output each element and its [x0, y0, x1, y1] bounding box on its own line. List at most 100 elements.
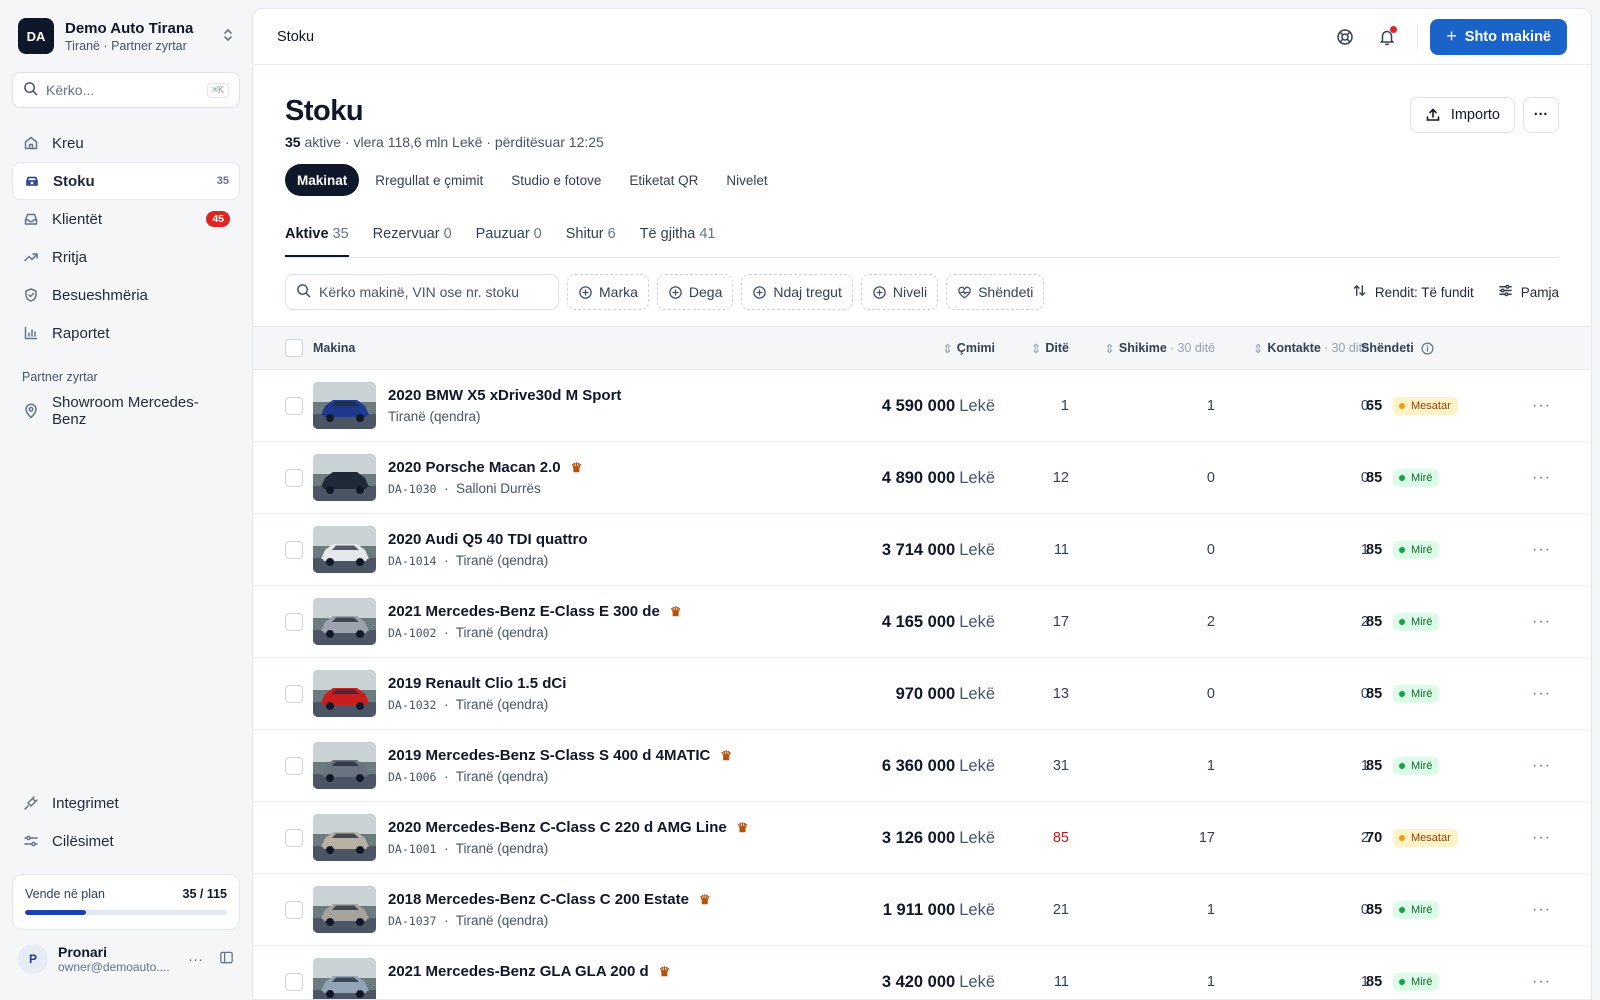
table-row[interactable]: 2020 Audi Q5 40 TDI quattro DA-1014 · Ti…	[253, 514, 1591, 586]
car-thumbnail[interactable]	[313, 670, 376, 717]
filter-chip-label: Shëndeti	[978, 284, 1034, 300]
pill-3[interactable]: Etiketat QR	[617, 164, 710, 196]
car-thumbnail[interactable]	[313, 526, 376, 573]
more-horizontal-icon[interactable]: ···	[188, 951, 203, 968]
filter-chip-0[interactable]: Marka	[567, 274, 649, 310]
pill-2[interactable]: Studio e fotove	[499, 164, 613, 196]
car-thumbnail[interactable]	[313, 814, 376, 861]
sidebar-item-klient-t[interactable]: Klientët 45	[12, 200, 240, 238]
car-price: 4 590 000 Lekë	[882, 370, 995, 442]
car-thumbnail[interactable]	[313, 886, 376, 933]
inbox-icon	[22, 210, 40, 228]
table-row[interactable]: 2019 Renault Clio 1.5 dCi DA-1032 · Tira…	[253, 658, 1591, 730]
sidebar-item-showroom[interactable]: Showroom Mercedes-Benz	[12, 392, 240, 430]
tab-rezervuar[interactable]: Rezervuar 0	[373, 216, 452, 257]
car-name-text: 2021 Mercedes-Benz E-Class E 300 de	[388, 603, 660, 620]
car-name[interactable]: 2020 Audi Q5 40 TDI quattro	[388, 531, 588, 548]
sidebar-item-raportet[interactable]: Raportet	[12, 314, 240, 352]
table-row[interactable]: 2021 Mercedes-Benz GLA GLA 200 d ♛ 3 420 …	[253, 946, 1591, 999]
tab-t-gjitha[interactable]: Të gjitha 41	[640, 216, 716, 257]
row-checkbox[interactable]	[285, 613, 303, 631]
car-name[interactable]: 2018 Mercedes-Benz C-Class C 200 Estate ♛	[388, 891, 711, 908]
car-thumbnail[interactable]	[313, 382, 376, 429]
column-price[interactable]: ⇕ Çmimi	[942, 327, 995, 369]
table-row[interactable]: 2020 BMW X5 xDrive30d M Sport Tiranë (qe…	[253, 370, 1591, 442]
add-car-button[interactable]: + Shto makinë	[1430, 18, 1567, 55]
table-row[interactable]: 2020 Mercedes-Benz C-Class C 220 d AMG L…	[253, 802, 1591, 874]
org-switcher[interactable]: DA Demo Auto Tirana Tiranë · Partner zyr…	[12, 0, 240, 72]
sidebar-search-input[interactable]: Kërko... ⌘K	[12, 72, 240, 108]
section-pills: Makinat Rregullat e çmimit Studio e fotove…	[285, 164, 1559, 196]
column-views[interactable]: ⇕ Shikime · 30 ditë	[1104, 327, 1215, 369]
row-more-icon[interactable]: ···	[1532, 370, 1551, 442]
table-row[interactable]: 2019 Mercedes-Benz S-Class S 400 d 4MATI…	[253, 730, 1591, 802]
filter-chip-2[interactable]: Ndaj tregut	[741, 274, 853, 310]
row-checkbox[interactable]	[285, 973, 303, 991]
table-row[interactable]: 2021 Mercedes-Benz E-Class E 300 de ♛ DA-…	[253, 586, 1591, 658]
car-name[interactable]: 2019 Renault Clio 1.5 dCi	[388, 675, 566, 692]
search-icon	[23, 81, 38, 99]
sort-button[interactable]: Rendit: Të fundit	[1352, 283, 1474, 301]
car-search-input[interactable]: Kërko makinë, VIN ose nr. stoku	[285, 274, 559, 310]
table-row[interactable]: 2018 Mercedes-Benz C-Class C 200 Estate ♛…	[253, 874, 1591, 946]
car-name-text: 2021 Mercedes-Benz GLA GLA 200 d	[388, 963, 649, 980]
row-more-icon[interactable]: ···	[1532, 874, 1551, 946]
sidebar-item-besueshm-ria[interactable]: Besueshmëria	[12, 276, 240, 314]
car-name[interactable]: 2021 Mercedes-Benz E-Class E 300 de ♛	[388, 603, 681, 620]
row-checkbox[interactable]	[285, 901, 303, 919]
car-name[interactable]: 2020 Mercedes-Benz C-Class C 220 d AMG L…	[388, 819, 748, 836]
row-checkbox[interactable]	[285, 397, 303, 415]
column-contacts[interactable]: ⇕ Kontakte · 30 ditë	[1253, 327, 1369, 369]
car-name[interactable]: 2020 Porsche Macan 2.0 ♛	[388, 459, 582, 476]
column-health[interactable]: Shëndeti	[1361, 327, 1434, 369]
sidebar-item-integrimet[interactable]: Integrimet	[12, 784, 240, 822]
row-more-icon[interactable]: ···	[1532, 442, 1551, 514]
select-all-checkbox[interactable]	[285, 339, 303, 357]
table-row[interactable]: 2020 Porsche Macan 2.0 ♛ DA-1030 · Sallon…	[253, 442, 1591, 514]
row-checkbox[interactable]	[285, 685, 303, 703]
car-thumbnail[interactable]	[313, 598, 376, 645]
import-button[interactable]: Importo	[1409, 97, 1515, 133]
row-more-icon[interactable]: ···	[1532, 730, 1551, 802]
row-more-icon[interactable]: ···	[1532, 514, 1551, 586]
car-thumbnail[interactable]	[313, 454, 376, 501]
row-more-icon[interactable]: ···	[1532, 802, 1551, 874]
info-icon[interactable]	[1421, 342, 1434, 355]
column-car[interactable]: Makina	[313, 327, 355, 369]
car-location: Tiranë (qendra)	[455, 841, 549, 856]
chevron-up-down-icon[interactable]	[222, 28, 234, 45]
car-thumbnail[interactable]	[313, 742, 376, 789]
pill-4[interactable]: Nivelet	[714, 164, 779, 196]
row-checkbox[interactable]	[285, 541, 303, 559]
pill-1[interactable]: Rregullat e çmimit	[363, 164, 495, 196]
filter-chip-4[interactable]: Shëndeti	[946, 274, 1045, 310]
breadcrumb[interactable]: Stoku	[277, 29, 1317, 45]
car-name[interactable]: 2020 BMW X5 xDrive30d M Sport	[388, 387, 621, 404]
tab-pauzuar[interactable]: Pauzuar 0	[476, 216, 542, 257]
filter-chip-3[interactable]: Niveli	[860, 274, 939, 310]
help-lifebuoy-icon[interactable]	[1331, 23, 1359, 51]
car-thumbnail[interactable]	[313, 958, 376, 999]
column-days[interactable]: ⇕ Ditë	[1031, 327, 1069, 369]
row-checkbox[interactable]	[285, 829, 303, 847]
row-checkbox[interactable]	[285, 757, 303, 775]
more-actions-button[interactable]: ···	[1523, 97, 1559, 133]
tab-aktive[interactable]: Aktive 35	[285, 216, 349, 257]
view-button[interactable]: Pamja	[1498, 283, 1559, 301]
user-menu[interactable]: P Pronari owner@demoauto.... ···	[12, 944, 240, 974]
filter-chip-1[interactable]: Dega	[656, 274, 734, 310]
sidebar-item-rritja[interactable]: Rritja	[12, 238, 240, 276]
car-name[interactable]: 2021 Mercedes-Benz GLA GLA 200 d ♛	[388, 963, 670, 980]
row-checkbox[interactable]	[285, 469, 303, 487]
sidebar-item-cil-simet[interactable]: Cilësimet	[12, 822, 240, 860]
row-more-icon[interactable]: ···	[1532, 658, 1551, 730]
sidebar-item-stoku[interactable]: Stoku 35	[12, 162, 240, 200]
bell-icon[interactable]	[1373, 23, 1401, 51]
pill-0[interactable]: Makinat	[285, 164, 360, 196]
row-more-icon[interactable]: ···	[1532, 946, 1551, 999]
row-more-icon[interactable]: ···	[1532, 586, 1551, 658]
sidebar-item-kreu[interactable]: Kreu	[12, 124, 240, 162]
sidebar-collapse-icon[interactable]	[219, 950, 234, 968]
car-name[interactable]: 2019 Mercedes-Benz S-Class S 400 d 4MATI…	[388, 747, 732, 764]
tab-shitur[interactable]: Shitur 6	[566, 216, 616, 257]
